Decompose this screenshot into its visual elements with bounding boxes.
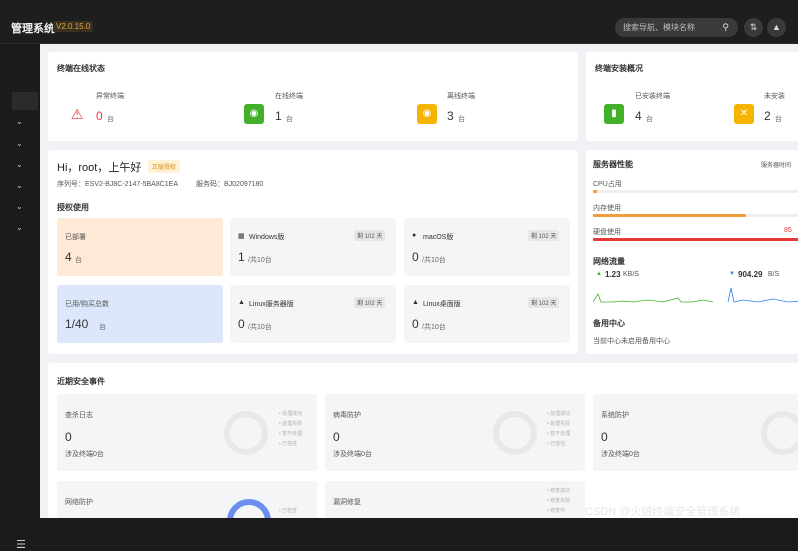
network-protection-tile[interactable]: 网络防护 • 已检查 [57, 481, 317, 518]
offline-value: 3 [447, 109, 454, 123]
linux-server-tile: ▲ Linux服务器版 剩 102 天 0 /共10台 [230, 285, 396, 343]
search-icon[interactable]: ⚲ [722, 18, 729, 37]
disk-usage-bar [593, 238, 798, 241]
windows-icon: ▦ [238, 233, 245, 240]
abnormal-value: 0 [96, 109, 103, 123]
sort-icon[interactable]: ⇅ [744, 18, 763, 37]
chevron-down-icon[interactable]: ⌄ [16, 223, 23, 232]
offline-label: 离线终端 [447, 93, 475, 100]
chevron-down-icon[interactable]: ⌄ [16, 139, 23, 148]
donut-chart [761, 411, 798, 455]
scan-log-tile[interactable]: 查杀日志 0 涉及终端0台 • 处理成功 • 处理失败 • 暂不处理 • 已信任 [57, 394, 317, 471]
wifi-icon: ◉ [244, 104, 264, 124]
chevron-down-icon[interactable]: ⌄ [16, 202, 23, 211]
service-code: 服务码：BJ02097180 [196, 181, 264, 188]
bell-icon[interactable]: ▲ [767, 18, 786, 37]
vulnerability-fix-tile[interactable]: 漏洞修复 • 修复成功 • 修复失败 • 修复中 [325, 481, 585, 518]
deployed-tile: 已部署 4 台 [57, 218, 223, 276]
chevron-down-icon[interactable]: ⌄ [16, 160, 23, 169]
apple-icon: ● [412, 232, 417, 239]
online-label: 在线终端 [275, 93, 303, 100]
security-events-card: 近期安全事件 查杀日志 0 涉及终端0台 • 处理成功 • 处理失败 • 暂不处… [48, 363, 798, 518]
sidebar: ⌄ ⌄ ⌄ ⌄ ⌄ ⌄ ☰ [0, 44, 40, 551]
system-protection-tile[interactable]: 系统防护 0 涉及终端0台 [593, 394, 798, 471]
server-performance-card: 服务器性能 服务器时间 CPU占用 内存使用 硬盘使用 85 网络流量 ▲ 1.… [586, 150, 798, 354]
chevron-down-icon[interactable]: ⌄ [16, 117, 23, 126]
alarm-icon: ⚠ [70, 106, 84, 122]
linux-icon: ▲ [238, 299, 245, 306]
main-content: 终端在线状态 ⚠ 异常终端 0 台 ◉ 在线终端 1 台 ◉ 离线终端 3 台 … [40, 44, 798, 518]
used-tile: 已用/购买总数 1/40 台 [57, 285, 223, 343]
online-value: 1 [275, 109, 282, 123]
watermark: CSDN @火绒终端安全管理系统 [585, 506, 741, 518]
abnormal-label: 异常终端 [96, 93, 124, 100]
top-bar: 管理系统 V2.0.15.0 搜索导航、模块名称 ⚲ ⇅ ▲ [0, 0, 798, 44]
cpu-usage-bar [593, 190, 598, 193]
linux-desktop-tile: ▲ Linux桌面版 剩 102 天 0 /共10台 [404, 285, 570, 343]
memory-usage-bar [593, 214, 747, 217]
card-title: 终端在线状态 [57, 64, 105, 73]
menu-icon[interactable]: ☰ [16, 538, 26, 551]
terminal-status-card: 终端在线状态 ⚠ 异常终端 0 台 ◉ 在线终端 1 台 ◉ 离线终端 3 台 [48, 52, 578, 141]
card-title: 终端安装概况 [595, 64, 643, 73]
install-overview-card: 终端安装概况 ▮ 已安装终端 4 台 ✕ 未安装 2 台 [586, 52, 798, 141]
virus-protection-tile[interactable]: 病毒防护 0 涉及终端0台 • 处理成功 • 处理失败 • 暂不处理 • 已信任 [325, 394, 585, 471]
donut-chart [227, 499, 271, 518]
license-card: Hi，root，上午好 正版授权 序列号：ESV2-BJ8C-2147-5BA8… [48, 150, 578, 354]
sidebar-item-home[interactable] [12, 92, 38, 110]
macos-tile: ● macOS版 剩 102 天 0 /共10台 [404, 218, 570, 276]
close-icon: ✕ [734, 104, 754, 124]
donut-chart [493, 411, 537, 455]
license-badge: 正版授权 [148, 160, 181, 173]
windows-tile: ▦ Windows版 剩 102 天 1 /共10台 [230, 218, 396, 276]
chevron-down-icon[interactable]: ⌄ [16, 181, 23, 190]
bar-chart-icon: ▮ [604, 104, 624, 124]
app-title: 管理系统 [11, 23, 55, 35]
section-title: 授权使用 [57, 203, 89, 212]
donut-chart [224, 411, 268, 455]
version-badge: V2.0.15.0 [53, 21, 94, 32]
search-input[interactable]: 搜索导航、模块名称 ⚲ [615, 18, 738, 37]
wifi-off-icon: ◉ [417, 104, 437, 124]
greeting: Hi，root，上午好 [57, 162, 142, 174]
network-traffic-graph [593, 287, 798, 303]
linux-icon: ▲ [412, 299, 419, 306]
serial-number: 序列号：ESV2-BJ8C-2147-5BA8C1EA [57, 181, 178, 188]
